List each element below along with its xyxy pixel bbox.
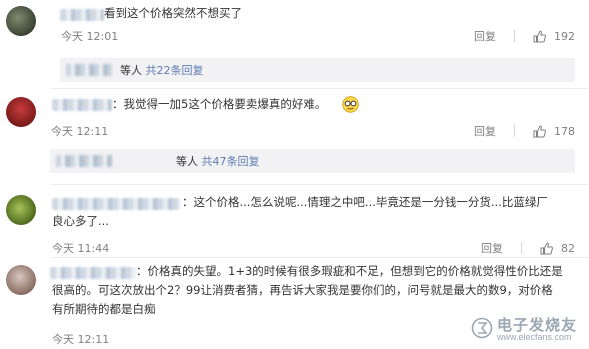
nerd-emoji-icon [342,96,359,117]
comment-text-line-2: 良心多了... [52,214,109,228]
divider [514,125,515,137]
username-blurred[interactable] [50,267,136,279]
like-count: 192 [554,29,575,43]
username-blurred[interactable] [52,99,112,111]
thumbs-up-icon[interactable] [540,242,553,255]
reply-summary-box[interactable]: 等人 共22条回复 [60,58,575,82]
comment-text: 看到这个价格突然不想买了 [104,6,242,20]
reply-button[interactable]: 回复 [474,28,496,44]
thumbs-up-icon[interactable] [533,125,546,138]
comment-text-line-1: ：这个价格...怎么说呢...情理之中吧...毕竟还是一分钱一分货...比蓝绿厂 [182,195,548,209]
view-replies-link[interactable]: 共47条回复 [202,155,260,168]
divider [521,242,522,254]
comment-text-line-1: ：价格真的失望。1+3的时候有很多瑕疵和不足，但想到它的价格就觉得性价比还是 [136,264,563,278]
replier-names-blurred [56,155,112,167]
comment-2: ：我觉得一加5这个价格要卖爆真的好难。 今天 12:11 回复 178 等人 共… [0,88,589,184]
like-count: 82 [561,241,575,255]
comment-time: 今天 11:44 [52,242,110,255]
comment-text-line-2: 很高的。可这次放出个2？99让消费者猜，再告诉大家我是要你们的，问号就是最大的数… [52,283,553,297]
comment-text: ：我觉得一加5这个价格要卖爆真的好难。 [112,97,327,111]
watermark-logo-icon [471,317,493,343]
reply-summary-box[interactable]: 等人 共47条回复 [50,149,575,173]
comment-time: 今天 12:11 [52,333,110,346]
watermark-url: www.elecfans.com [496,332,572,342]
reply-summary: 等人 共47条回复 [176,155,260,168]
comment-time: 今天 12:11 [51,125,109,138]
avatar[interactable] [6,195,36,225]
replier-names-blurred [66,64,112,76]
comment-1: 看到这个价格突然不想买了 今天 12:01 回复 192 等人 共22条回复 [0,0,589,88]
divider [514,30,515,42]
like-count: 178 [554,124,575,138]
view-replies-link[interactable]: 共22条回复 [146,64,204,77]
watermark-text: 电子发烧友 [496,316,577,334]
comment-actions: 回复 178 [474,123,575,139]
avatar[interactable] [6,97,36,127]
comment-actions: 回复 192 [474,28,575,44]
comment-text-line-3: 有所期待的都是白痴 [52,302,156,316]
watermark: 电子发烧友 www.elecfans.com [471,317,577,343]
username-blurred[interactable] [52,198,180,210]
comment-time: 今天 12:01 [61,30,119,43]
avatar[interactable] [6,6,36,36]
reply-summary: 等人 共22条回复 [120,64,204,77]
avatar[interactable] [6,265,36,295]
thumbs-up-icon[interactable] [533,30,546,43]
comment-3: ：这个价格...怎么说呢...情理之中吧...毕竟还是一分钱一分货...比蓝绿厂… [0,184,589,256]
comment-actions: 回复 82 [481,240,575,256]
username-blurred[interactable] [60,9,104,21]
reply-button[interactable]: 回复 [474,123,496,139]
reply-button[interactable]: 回复 [481,240,503,256]
